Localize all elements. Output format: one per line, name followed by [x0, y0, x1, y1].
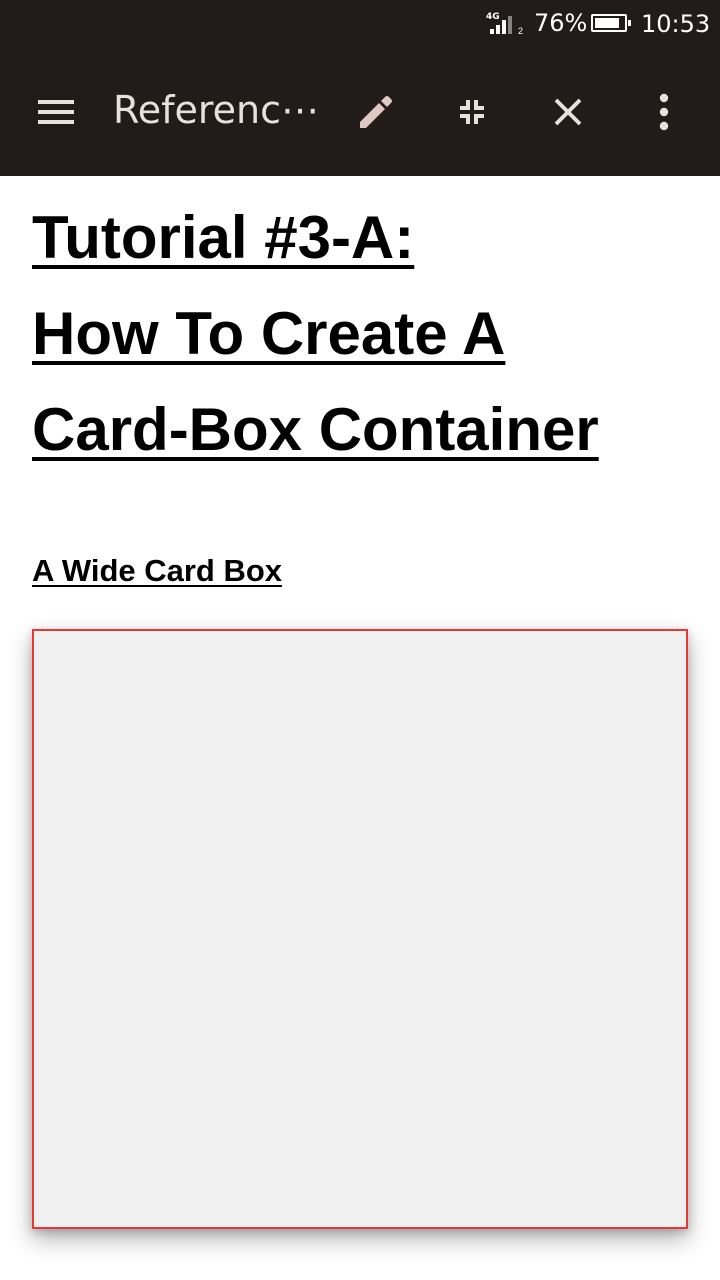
close-icon[interactable]: [544, 88, 592, 136]
page-title-line: Card-Box Container: [32, 396, 599, 463]
app-title: Referenc⋯: [113, 88, 319, 132]
wide-card-box: [32, 629, 688, 1229]
page-title-line: Tutorial #3-A:: [32, 204, 415, 271]
more-vert-icon[interactable]: [640, 88, 688, 136]
menu-icon[interactable]: [30, 90, 82, 134]
battery-percent: 76%: [534, 9, 588, 37]
network-type-label: 4G: [486, 12, 500, 22]
page-title-line: How To Create A: [32, 300, 506, 367]
status-time: 10:53: [641, 10, 711, 38]
network-signal-icon: 4G 2: [486, 12, 526, 36]
battery-icon: [591, 14, 631, 32]
status-bar: 4G 2 76% 10:53: [0, 0, 720, 52]
page-title: Tutorial #3-A: How To Create A Card-Box …: [32, 190, 692, 478]
page-content: Tutorial #3-A: How To Create A Card-Box …: [0, 176, 720, 1280]
collapse-icon[interactable]: [448, 88, 496, 136]
section-heading: A Wide Card Box: [32, 553, 283, 588]
sim-slot-label: 2: [518, 26, 524, 36]
pencil-icon[interactable]: [352, 88, 400, 136]
app-bar: Referenc⋯: [0, 52, 720, 176]
